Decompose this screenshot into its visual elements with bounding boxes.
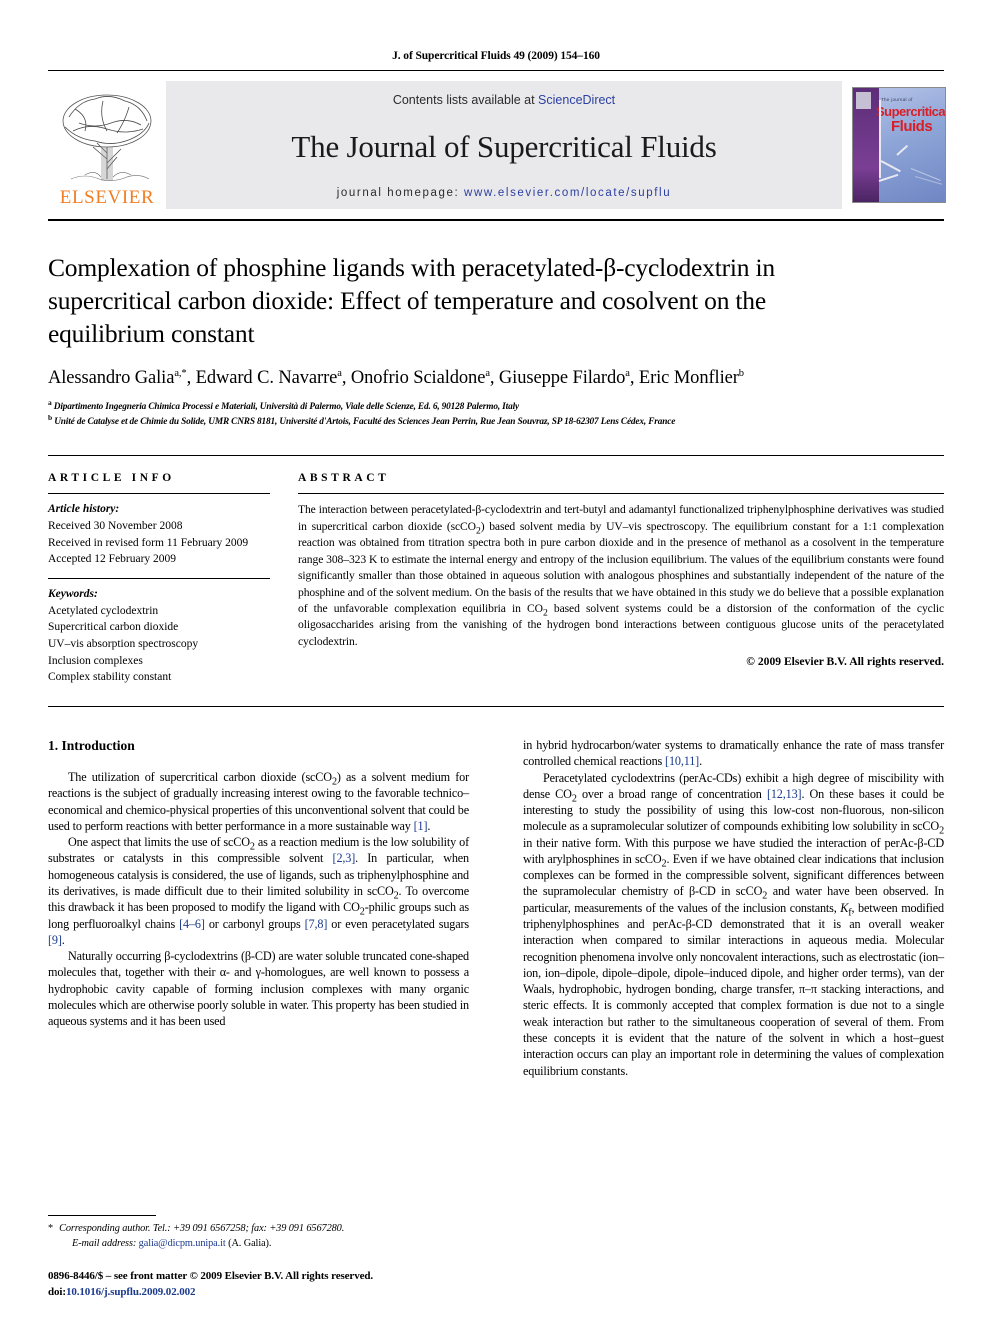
cover-branch-4 xyxy=(878,173,899,182)
section-heading-introduction: 1. Introduction xyxy=(48,737,135,753)
journal-homepage-link[interactable]: www.elsevier.com/locate/supflu xyxy=(464,187,671,199)
cover-branch-6 xyxy=(914,176,943,185)
journal-masthead: ELSEVIER Contents lists available at Sci… xyxy=(48,81,946,209)
article-history-label: Article history: xyxy=(48,503,120,516)
paragraph: One aspect that limits the use of scCO2 … xyxy=(48,835,470,947)
abstract-bottom-rule xyxy=(48,705,944,707)
affiliation-a: a Dipartimento Ingegneria Chimica Proces… xyxy=(48,398,519,413)
journal-title: The Journal of Supercritical Fluids xyxy=(291,129,717,164)
article-info-column: ARTICLE INFO Article history: Received 3… xyxy=(48,472,298,696)
journal-cover-thumbnail[interactable]: The journal of Supercritical Fluids xyxy=(852,87,946,203)
article-history-item: Accepted 12 February 2009 xyxy=(48,553,177,566)
article-history-item: Received 30 November 2008 xyxy=(48,519,183,532)
masthead-center-panel: Contents lists available at ScienceDirec… xyxy=(166,81,842,209)
abstract-copyright: © 2009 Elsevier B.V. All rights reserved… xyxy=(746,655,944,669)
cover-tagline: The journal of xyxy=(881,97,913,102)
article-info-heading: ARTICLE INFO xyxy=(48,472,175,485)
corresponding-author-note: * Corresponding author. Tel.: +39 091 656… xyxy=(48,1222,466,1251)
cover-title-line2: Fluids xyxy=(891,118,933,135)
cover-elsevier-mark-icon xyxy=(856,92,871,109)
abstract-heading: ABSTRACT xyxy=(298,472,390,485)
keywords-group: Keywords: Acetylated cyclodextrin Superc… xyxy=(48,579,270,696)
corresponding-author-text: Corresponding author. Tel.: +39 091 6567… xyxy=(59,1222,345,1234)
contents-prefix: Contents lists available at xyxy=(392,93,539,107)
article-body: 1. Introduction The utilization of super… xyxy=(48,737,944,1207)
body-column-left: 1. Introduction The utilization of super… xyxy=(48,737,496,1207)
elsevier-logo: ELSEVIER xyxy=(48,81,166,209)
paragraph-continued: in hybrid hydrocarbon/water systems to d… xyxy=(523,737,944,769)
affiliation-list: a Dipartimento Ingegneria Chimica Proces… xyxy=(48,398,944,429)
body-column-right: in hybrid hydrocarbon/water systems to d… xyxy=(496,737,944,1207)
keywords-label: Keywords: xyxy=(48,587,98,600)
article-history-item: Received in revised form 11 February 200… xyxy=(48,536,249,549)
cover-branch-3 xyxy=(896,144,909,156)
journal-homepage-line: journal homepage: www.elsevier.com/locat… xyxy=(337,187,671,199)
contents-available-line: Contents lists available at ScienceDirec… xyxy=(393,93,615,107)
keyword-item: Inclusion complexes xyxy=(48,654,143,667)
homepage-prefix: journal homepage: xyxy=(336,187,465,199)
footnote-rule xyxy=(48,1214,156,1216)
title-block: Complexation of phosphine ligands with p… xyxy=(48,221,944,429)
page-footer: * Corresponding author. Tel.: +39 091 656… xyxy=(48,1214,466,1301)
cover-branch-2 xyxy=(880,160,901,173)
affiliation-b-text: Unité de Catalyse et de Chimie du Solide… xyxy=(54,416,676,427)
article-page: J. of Supercritical Fluids 49 (2009) 154… xyxy=(0,0,992,1323)
affiliation-a-text: Dipartimento Ingegneria Chimica Processi… xyxy=(53,402,519,413)
email-label: E-mail address: xyxy=(72,1237,137,1249)
email-link[interactable]: galia@dicpm.unipa.it xyxy=(139,1238,226,1249)
elsevier-tree-icon xyxy=(62,94,152,181)
info-abstract-region: ARTICLE INFO Article history: Received 3… xyxy=(48,456,944,696)
doi-label: doi: xyxy=(48,1286,66,1299)
issn-line: 0896-8446/$ – see front matter © 2009 El… xyxy=(48,1270,374,1283)
paragraph: Naturally occurring β-cyclodextrins (β-C… xyxy=(48,949,469,1029)
running-head: J. of Supercritical Fluids 49 (2009) 154… xyxy=(392,50,600,62)
abstract-text: The interaction between peracetylated-β-… xyxy=(298,503,944,648)
affiliation-b: b Unité de Catalyse et de Chimie du Soli… xyxy=(48,412,676,427)
email-owner: (A. Galia). xyxy=(228,1237,272,1249)
cover-image: The journal of Supercritical Fluids xyxy=(852,87,946,203)
author-list: Alessandro Galiaa,*, Edward C. Navarrea,… xyxy=(48,368,744,389)
keyword-item: Supercritical carbon dioxide xyxy=(48,621,179,634)
paragraph: The utilization of supercritical carbon … xyxy=(48,769,470,833)
keyword-item: UV–vis absorption spectroscopy xyxy=(48,637,199,650)
keyword-item: Complex stability constant xyxy=(48,671,172,684)
abstract-column: ABSTRACT The interaction between peracet… xyxy=(298,472,944,696)
cover-branch-1 xyxy=(879,100,881,178)
page-title: Complexation of phosphine ligands with p… xyxy=(48,253,775,349)
doi-link[interactable]: 10.1016/j.supflu.2009.02.002 xyxy=(66,1286,196,1298)
issn-copyright-block: 0896-8446/$ – see front matter © 2009 El… xyxy=(48,1269,466,1301)
header-rule xyxy=(48,70,944,71)
paragraph: Peracetylated cyclodextrins (perAc-CDs) … xyxy=(523,770,944,1078)
article-history-group: Article history: Received 30 November 20… xyxy=(48,494,270,578)
elsevier-wordmark: ELSEVIER xyxy=(59,187,155,208)
doi-line: doi:10.1016/j.supflu.2009.02.002 xyxy=(48,1285,466,1301)
keyword-item: Acetylated cyclodextrin xyxy=(48,604,159,617)
footnote-marker: * xyxy=(48,1222,54,1234)
cover-title-line1: Supercritical xyxy=(876,104,946,119)
sciencedirect-link[interactable]: ScienceDirect xyxy=(538,93,615,107)
